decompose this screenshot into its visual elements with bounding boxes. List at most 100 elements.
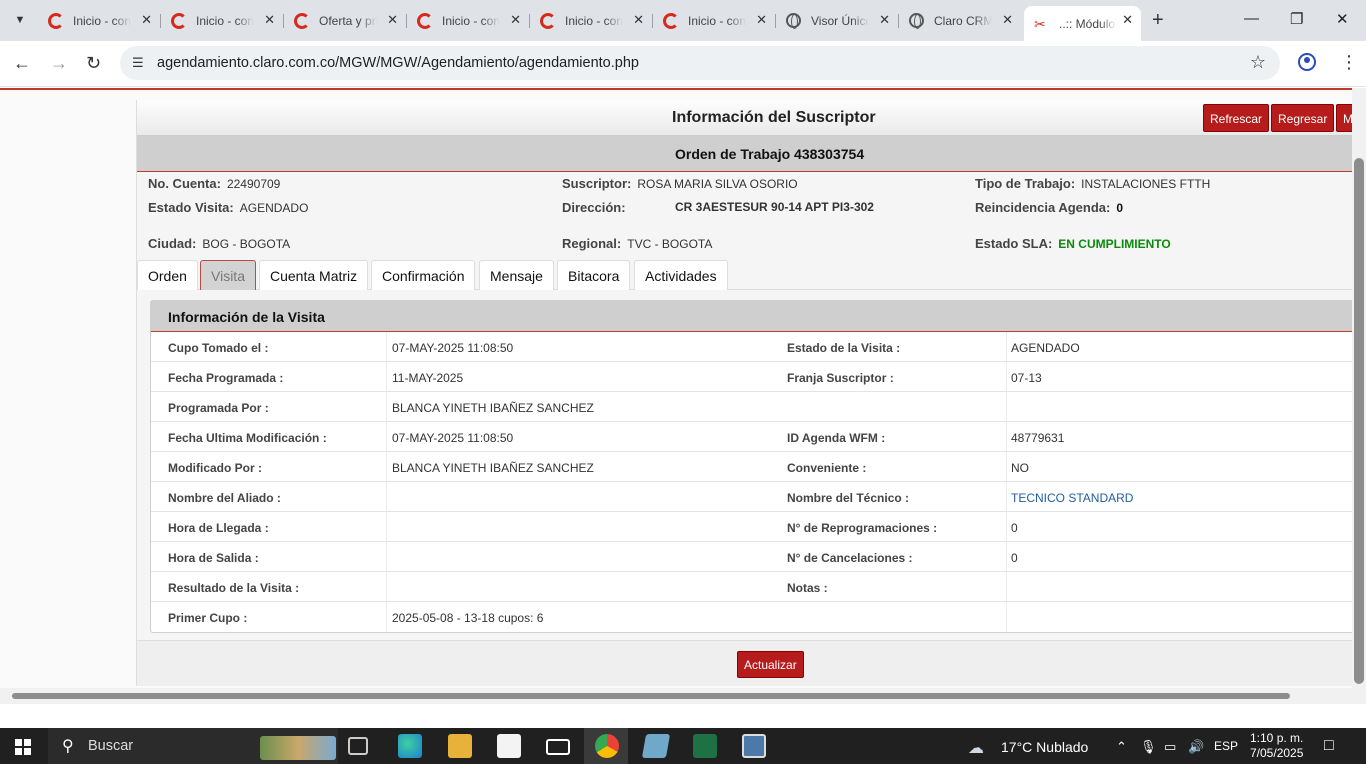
tab-close-icon[interactable]: ✕ [1002, 12, 1013, 28]
tab-confirmaci-n[interactable]: Confirmación [371, 260, 476, 290]
reload-icon[interactable]: ↻ [86, 53, 101, 73]
visit-row: Programada Por : BLANCA YINETH IBAÑEZ SAN… [151, 392, 1352, 422]
address-bar[interactable]: ☰ agendamiento.claro.com.co/MGW/MGW/Agen… [120, 46, 1280, 80]
tab-mensaje[interactable]: Mensaje [479, 260, 554, 290]
page-footer: Actualizar [137, 640, 1352, 686]
field-label: Fecha Programada : [168, 371, 284, 385]
task-view-icon[interactable] [348, 737, 368, 755]
reincidence-field: Reincidencia Agenda: 0 [975, 200, 1124, 215]
field-value: TECNICO STANDARD [1011, 491, 1134, 505]
weather-text[interactable]: 17°C Nublado [1001, 739, 1088, 755]
browser-tab[interactable]: Oferta y precios ✕ [284, 6, 407, 35]
browser-tab[interactable]: Visor Único ✕ [776, 6, 899, 35]
network-icon[interactable]: ▭ [1164, 739, 1176, 755]
mail-icon[interactable] [546, 739, 570, 755]
maximize-icon[interactable]: ❐ [1290, 10, 1303, 28]
file-explorer-icon[interactable] [448, 734, 472, 758]
visit-status-value: AGENDADO [239, 201, 309, 215]
profile-avatar-icon[interactable] [1298, 53, 1316, 71]
notes-app-icon[interactable] [641, 734, 671, 758]
visit-info-title: Información de la Visita [168, 309, 325, 325]
visit-row: Fecha Programada : 11-MAY-2025 Franja Susc… [151, 362, 1352, 392]
tab-search-chevron-icon[interactable]: ▼ [8, 8, 32, 32]
tab-close-icon[interactable]: ✕ [264, 12, 275, 28]
edge-icon[interactable] [398, 734, 422, 758]
browser-tab[interactable]: Inicio - conecta ✕ [161, 6, 284, 35]
new-tab-button[interactable]: + [1152, 10, 1164, 30]
field-label: Notas : [787, 581, 828, 595]
tab-close-icon[interactable]: ✕ [1122, 12, 1133, 28]
city-field: Ciudad: BOG - BOGOTA [148, 236, 291, 251]
field-label: Conveniente : [787, 461, 867, 475]
tab-orden[interactable]: Orden [137, 260, 198, 290]
store-icon[interactable] [497, 734, 521, 758]
field-label: N° de Reprogramaciones : [787, 521, 938, 535]
field-value: 07-MAY-2025 11:08:50 [392, 341, 514, 355]
globe-icon [786, 12, 802, 29]
chrome-icon[interactable] [595, 734, 619, 758]
visit-status-field: Estado Visita: AGENDADO [148, 200, 309, 215]
notifications-icon[interactable]: □ [1324, 737, 1334, 755]
field-label: Primer Cupo : [168, 611, 248, 625]
microphone-icon[interactable]: 🎙 [1140, 739, 1157, 755]
field-label: Estado de la Visita : [787, 341, 901, 355]
visit-row: Fecha Ultima Modificación : 07-MAY-2025 1… [151, 422, 1352, 452]
back-arrow-icon[interactable]: ← [13, 53, 31, 73]
field-value: 07-MAY-2025 11:08:50 [392, 431, 514, 445]
browser-tab[interactable]: Inicio - conecta ✕ [653, 6, 776, 35]
tab-cuenta-matriz[interactable]: Cuenta Matriz [259, 260, 369, 290]
site-info-icon[interactable]: ☰ [132, 55, 144, 71]
browser-tab[interactable]: ✂ ..:: Módulo de ✕ [1024, 6, 1141, 41]
reincidence-value: 0 [1116, 201, 1124, 215]
claro-icon [540, 12, 556, 29]
close-window-icon[interactable]: ✕ [1336, 10, 1349, 28]
tab-close-icon[interactable]: ✕ [879, 12, 890, 28]
tab-close-icon[interactable]: ✕ [141, 12, 152, 28]
bookmark-star-icon[interactable]: ☆ [1250, 52, 1266, 73]
taskbar-search-box[interactable]: ⚲ Buscar [48, 728, 338, 764]
tab-close-icon[interactable]: ✕ [633, 12, 644, 28]
excel-icon[interactable] [693, 734, 717, 758]
claro-icon [48, 12, 64, 29]
horizontal-scroll-thumb[interactable] [12, 693, 1290, 699]
vertical-scrollbar[interactable] [1352, 88, 1366, 704]
vertical-scroll-thumb[interactable] [1354, 158, 1364, 684]
browser-tab[interactable]: Claro CRM ✕ [899, 6, 1021, 35]
language-indicator[interactable]: ESP [1214, 739, 1238, 753]
taskbar-search-text: Buscar [88, 738, 134, 754]
field-label: N° de Cancelaciones : [787, 551, 913, 565]
search-icon: ⚲ [62, 738, 74, 755]
clock-time: 1:10 p. m. [1250, 731, 1304, 745]
field-value: 0 [1011, 521, 1018, 535]
tab-visita[interactable]: Visita [200, 260, 256, 290]
claro-icon [294, 12, 310, 29]
back-button[interactable]: Regresar [1271, 104, 1335, 132]
browser-tab[interactable]: Inicio - conecta ✕ [407, 6, 530, 35]
tab-close-icon[interactable]: ✕ [387, 12, 398, 28]
volume-icon[interactable]: 🔊 [1188, 739, 1204, 755]
tab-close-icon[interactable]: ✕ [510, 12, 521, 28]
field-value: 11-MAY-2025 [392, 371, 464, 385]
windows-start-icon[interactable] [15, 739, 31, 755]
minimize-icon[interactable]: — [1244, 10, 1259, 27]
tray-chevron-icon[interactable]: ⌃ [1116, 739, 1127, 755]
tab-actividades[interactable]: Actividades [634, 260, 728, 290]
forward-arrow-icon[interactable]: → [50, 53, 68, 73]
update-button[interactable]: Actualizar [737, 651, 804, 678]
tab-title: Inicio - conecta [688, 13, 746, 28]
browser-menu-icon[interactable]: ⋮ [1340, 52, 1358, 72]
tab-bitacora[interactable]: Bitacora [557, 260, 631, 290]
more-button[interactable]: M [1336, 104, 1352, 132]
url-text[interactable]: agendamiento.claro.com.co/MGW/MGW/Agenda… [157, 55, 639, 71]
subscriber-panel: Información del Suscriptor Refrescar Reg… [136, 100, 1352, 686]
browser-tab[interactable]: Inicio - conecta ✕ [530, 6, 653, 35]
browser-tab[interactable]: Inicio - conecta ✕ [38, 6, 161, 35]
horizontal-scrollbar[interactable] [0, 688, 1352, 704]
tab-close-icon[interactable]: ✕ [756, 12, 767, 28]
field-value: 2025-05-08 - 13-18 cupos: 6 [392, 611, 544, 625]
refresh-button[interactable]: Refrescar [1203, 104, 1270, 132]
remote-desktop-icon[interactable] [742, 734, 766, 758]
clock[interactable]: 1:10 p. m. 7/05/2025 [1250, 731, 1303, 761]
windows-taskbar: ⚲ Buscar ☁ 17°C Nublado ⌃ 🎙 ▭ 🔊 ESP 1:10… [0, 728, 1366, 764]
field-value: BLANCA YINETH IBAÑEZ SANCHEZ [392, 401, 594, 415]
